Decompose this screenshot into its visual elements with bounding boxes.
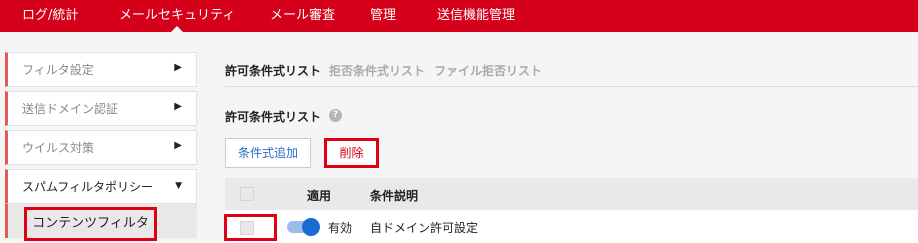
select-all-checkbox[interactable]: [240, 187, 254, 201]
sidebar-item-spam-filter-policy[interactable]: スパムフィルタポリシー ▼: [5, 169, 197, 204]
table-header: 適用 条件説明: [225, 178, 918, 210]
sidebar-subitem-content-filter[interactable]: コンテンツフィルタ: [24, 207, 157, 241]
section-title: 許可条件式リスト: [225, 110, 322, 124]
help-icon[interactable]: ?: [329, 109, 342, 122]
tab-bar: 許可条件式リスト 拒否条件式リスト ファイル拒否リスト: [225, 52, 918, 87]
toggle-knob: [302, 218, 320, 236]
sidebar-item-sender-domain-auth[interactable]: 送信ドメイン認証 ▶: [5, 91, 197, 126]
delete-button[interactable]: 削除: [324, 138, 379, 168]
chevron-right-icon: ▶: [174, 101, 182, 112]
main-content: 許可条件式リスト 拒否条件式リスト ファイル拒否リスト 許可条件式リスト ? 条…: [224, 52, 918, 243]
nav-item-mail-security[interactable]: メールセキュリティ: [119, 0, 235, 32]
sidebar-item-virus-protection[interactable]: ウイルス対策 ▶: [5, 130, 197, 165]
nav-item-send-function[interactable]: 送信機能管理: [437, 0, 515, 32]
nav-item-admin[interactable]: 管理: [370, 0, 396, 32]
nav-item-mail-review[interactable]: メール審査: [270, 0, 335, 32]
row-checkbox-highlight[interactable]: [224, 214, 277, 241]
enabled-toggle[interactable]: [287, 218, 320, 236]
sidebar-item-label: スパムフィルタポリシー: [22, 180, 154, 194]
sidebar-item-label: 送信ドメイン認証: [22, 102, 119, 116]
chevron-right-icon: ▶: [174, 62, 182, 73]
row-checkbox[interactable]: [240, 221, 254, 235]
sidebar-item-label: フィルタ設定: [22, 63, 94, 77]
add-condition-button[interactable]: 条件式追加: [225, 138, 311, 168]
row-description: 自ドメイン許可設定: [370, 221, 479, 235]
top-nav: ログ/統計 メールセキュリティ メール審査 管理 送信機能管理: [0, 0, 918, 32]
tab-deny-list[interactable]: 拒否条件式リスト: [329, 62, 425, 79]
column-header-enabled: 適用: [307, 189, 332, 203]
row-enabled-label: 有効: [328, 221, 353, 235]
sidebar: フィルタ設定 ▶ 送信ドメイン認証 ▶ ウイルス対策 ▶ スパムフィルタポリシー…: [5, 52, 197, 241]
table-row: 有効 自ドメイン許可設定: [224, 210, 918, 243]
sidebar-subitem-container: コンテンツフィルタ: [5, 204, 197, 241]
sidebar-item-filter-settings[interactable]: フィルタ設定 ▶: [5, 52, 197, 87]
chevron-down-icon: ▼: [175, 181, 182, 191]
tab-file-deny-list[interactable]: ファイル拒否リスト: [434, 62, 542, 79]
column-header-description: 条件説明: [370, 189, 419, 203]
chevron-right-icon: ▶: [174, 140, 182, 151]
nav-item-log-stats[interactable]: ログ/統計: [22, 0, 78, 32]
tab-allow-list[interactable]: 許可条件式リスト: [225, 62, 321, 79]
sidebar-item-label: ウイルス対策: [22, 141, 95, 155]
